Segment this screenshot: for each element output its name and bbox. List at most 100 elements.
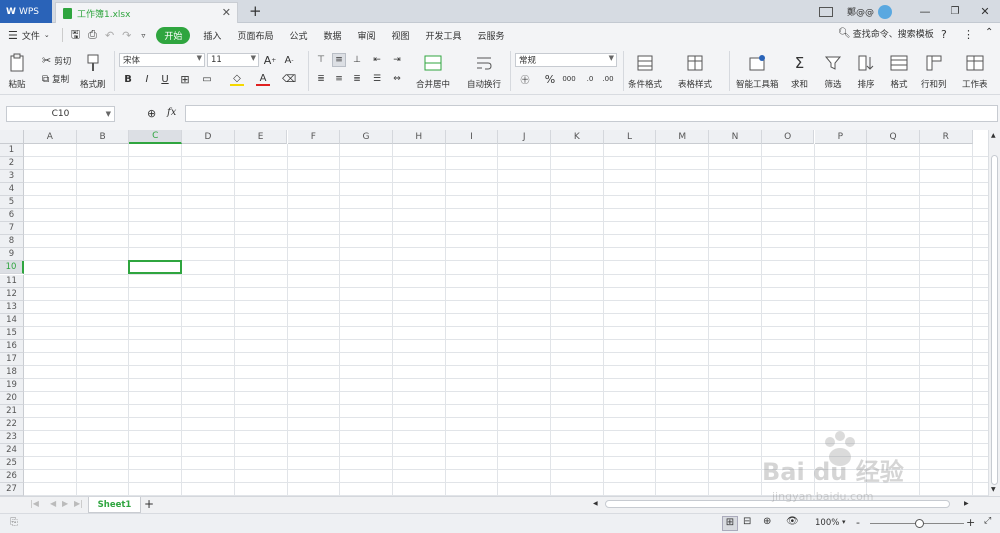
align-left-icon[interactable]: ≣	[314, 72, 328, 86]
column-header[interactable]: N	[709, 130, 762, 144]
save-icon[interactable]: 🖫	[67, 26, 84, 45]
row-header[interactable]: 1	[0, 144, 24, 158]
restore-icon[interactable]: ❐	[940, 6, 970, 17]
thousands-separator-button[interactable]: 000	[562, 72, 576, 86]
align-middle-icon[interactable]: ≡	[332, 53, 346, 67]
row-header[interactable]: 15	[0, 326, 24, 340]
column-header[interactable]: G	[340, 130, 393, 144]
collapse-ribbon-icon[interactable]: ⌃	[985, 27, 993, 38]
align-bottom-icon[interactable]: ⊥	[350, 53, 364, 67]
row-header[interactable]: 13	[0, 300, 24, 314]
decrease-indent-icon[interactable]: ⇤	[370, 53, 384, 67]
table-style-button[interactable]: 表格样式	[678, 53, 712, 90]
tab-1[interactable]: 插入	[195, 29, 229, 42]
row-header[interactable]: 9	[0, 248, 24, 262]
zoom-in-button[interactable]: +	[966, 516, 975, 529]
undo-icon[interactable]: ↶	[101, 29, 118, 42]
vertical-scroll-thumb[interactable]	[991, 155, 998, 485]
fill-color-icon[interactable]: ◇	[230, 72, 244, 86]
zoom-slider[interactable]	[870, 519, 964, 528]
row-header[interactable]: 6	[0, 209, 24, 223]
column-header[interactable]: K	[551, 130, 604, 144]
vertical-scrollbar[interactable]: ▲ ▼	[988, 130, 1000, 496]
justify-icon[interactable]: ☰	[370, 72, 384, 86]
avatar-icon[interactable]	[878, 4, 892, 19]
zoom-in-search-icon[interactable]: ⊕	[147, 107, 156, 120]
select-all-corner[interactable]	[0, 130, 24, 144]
next-sheet-icon[interactable]: ▶	[62, 499, 68, 508]
row-header[interactable]: 11	[0, 274, 24, 288]
fullscreen-icon[interactable]: ⤢	[984, 516, 991, 526]
tab-5[interactable]: 审阅	[349, 29, 383, 42]
filter-button[interactable]: 筛选	[824, 53, 842, 90]
user-name[interactable]: 鄭@@	[847, 5, 874, 18]
increase-font-icon[interactable]: A +	[263, 53, 277, 67]
column-header[interactable]: A	[24, 130, 77, 144]
align-center-icon[interactable]: ≡	[332, 72, 346, 86]
column-header[interactable]: F	[287, 130, 341, 144]
first-sheet-icon[interactable]: |◀	[30, 499, 39, 508]
column-header[interactable]: E	[234, 130, 288, 144]
tab-0[interactable]: 开始	[156, 26, 191, 44]
decrease-decimal-icon[interactable]: .00	[601, 72, 615, 86]
font-name-select[interactable]: 宋体 ▼	[119, 53, 205, 67]
column-header[interactable]: P	[814, 130, 868, 144]
zoom-slider-thumb[interactable]	[915, 519, 924, 528]
format-button[interactable]: 格式	[889, 53, 909, 90]
page-break-view-icon[interactable]: ⊟	[743, 516, 751, 527]
sum-button[interactable]: Σ 求和	[791, 53, 808, 90]
zoom-level[interactable]: 100%	[815, 518, 839, 528]
eye-protection-icon[interactable]: 👁︎	[786, 516, 799, 527]
search-command[interactable]: 🔍︎ 查找命令、搜索模板	[838, 27, 934, 40]
align-right-icon[interactable]: ≣	[350, 72, 364, 86]
zoom-level-dropdown-icon[interactable]: ▾	[842, 518, 846, 526]
row-header[interactable]: 7	[0, 222, 24, 236]
row-header[interactable]: 3	[0, 170, 24, 184]
row-header[interactable]: 25	[0, 457, 24, 471]
column-header[interactable]: D	[182, 130, 235, 144]
column-header[interactable]: B	[76, 130, 130, 144]
scroll-up-icon[interactable]: ▲	[991, 132, 996, 139]
close-tab-icon[interactable]: ✕	[222, 6, 231, 19]
horizontal-scrollbar[interactable]: ◀ ▶	[591, 499, 977, 511]
scroll-right-icon[interactable]: ▶	[964, 500, 969, 507]
column-header[interactable]: H	[392, 130, 446, 144]
paste-button[interactable]: 粘贴	[8, 53, 26, 90]
column-header[interactable]: C	[129, 130, 183, 144]
name-box[interactable]: C10 ▼	[6, 106, 115, 122]
column-header[interactable]: R	[919, 130, 973, 144]
more-icon[interactable]: ⋮	[963, 28, 974, 41]
close-window-icon[interactable]: ✕	[970, 5, 1000, 18]
row-header[interactable]: 27	[0, 483, 24, 496]
row-header[interactable]: 14	[0, 313, 24, 327]
row-header[interactable]: 8	[0, 235, 24, 249]
currency-icon[interactable]: ㊉	[518, 72, 532, 86]
macro-record-icon[interactable]: ⎘	[10, 517, 18, 528]
prev-sheet-icon[interactable]: ◀	[50, 499, 56, 508]
percent-button[interactable]: %	[543, 72, 557, 86]
tab-8[interactable]: 云服务	[470, 29, 513, 42]
row-header[interactable]: 20	[0, 391, 24, 405]
worksheet-button[interactable]: 工作表	[962, 53, 988, 90]
file-menu[interactable]: ☰ 文件 ⌄	[0, 29, 58, 42]
normal-view-icon[interactable]: ⊞	[722, 516, 738, 531]
merge-center-button[interactable]: 合并居中	[416, 53, 450, 90]
smart-toolbox-button[interactable]: 智能工具箱	[736, 53, 779, 90]
bold-button[interactable]: B	[121, 72, 135, 86]
tab-4[interactable]: 数据	[315, 29, 349, 42]
tab-2[interactable]: 页面布局	[229, 29, 281, 42]
distributed-icon[interactable]: ⇔	[390, 72, 404, 86]
document-tab[interactable]: 工作簿1.xlsx ✕	[55, 2, 238, 23]
row-header[interactable]: 16	[0, 339, 24, 353]
conditional-format-button[interactable]: 条件格式	[628, 53, 662, 90]
row-header[interactable]: 2	[0, 157, 24, 171]
cut-button[interactable]: ✂ 剪切	[42, 54, 71, 67]
column-header[interactable]: M	[656, 130, 710, 144]
add-sheet-icon[interactable]: +	[144, 497, 154, 511]
borders-icon[interactable]: ⊞	[178, 72, 192, 86]
row-header[interactable]: 19	[0, 378, 24, 392]
print-icon[interactable]: ⎙	[84, 28, 101, 42]
horizontal-scroll-thumb[interactable]	[605, 500, 950, 508]
column-header[interactable]: L	[603, 130, 657, 144]
row-header[interactable]: 17	[0, 352, 24, 366]
